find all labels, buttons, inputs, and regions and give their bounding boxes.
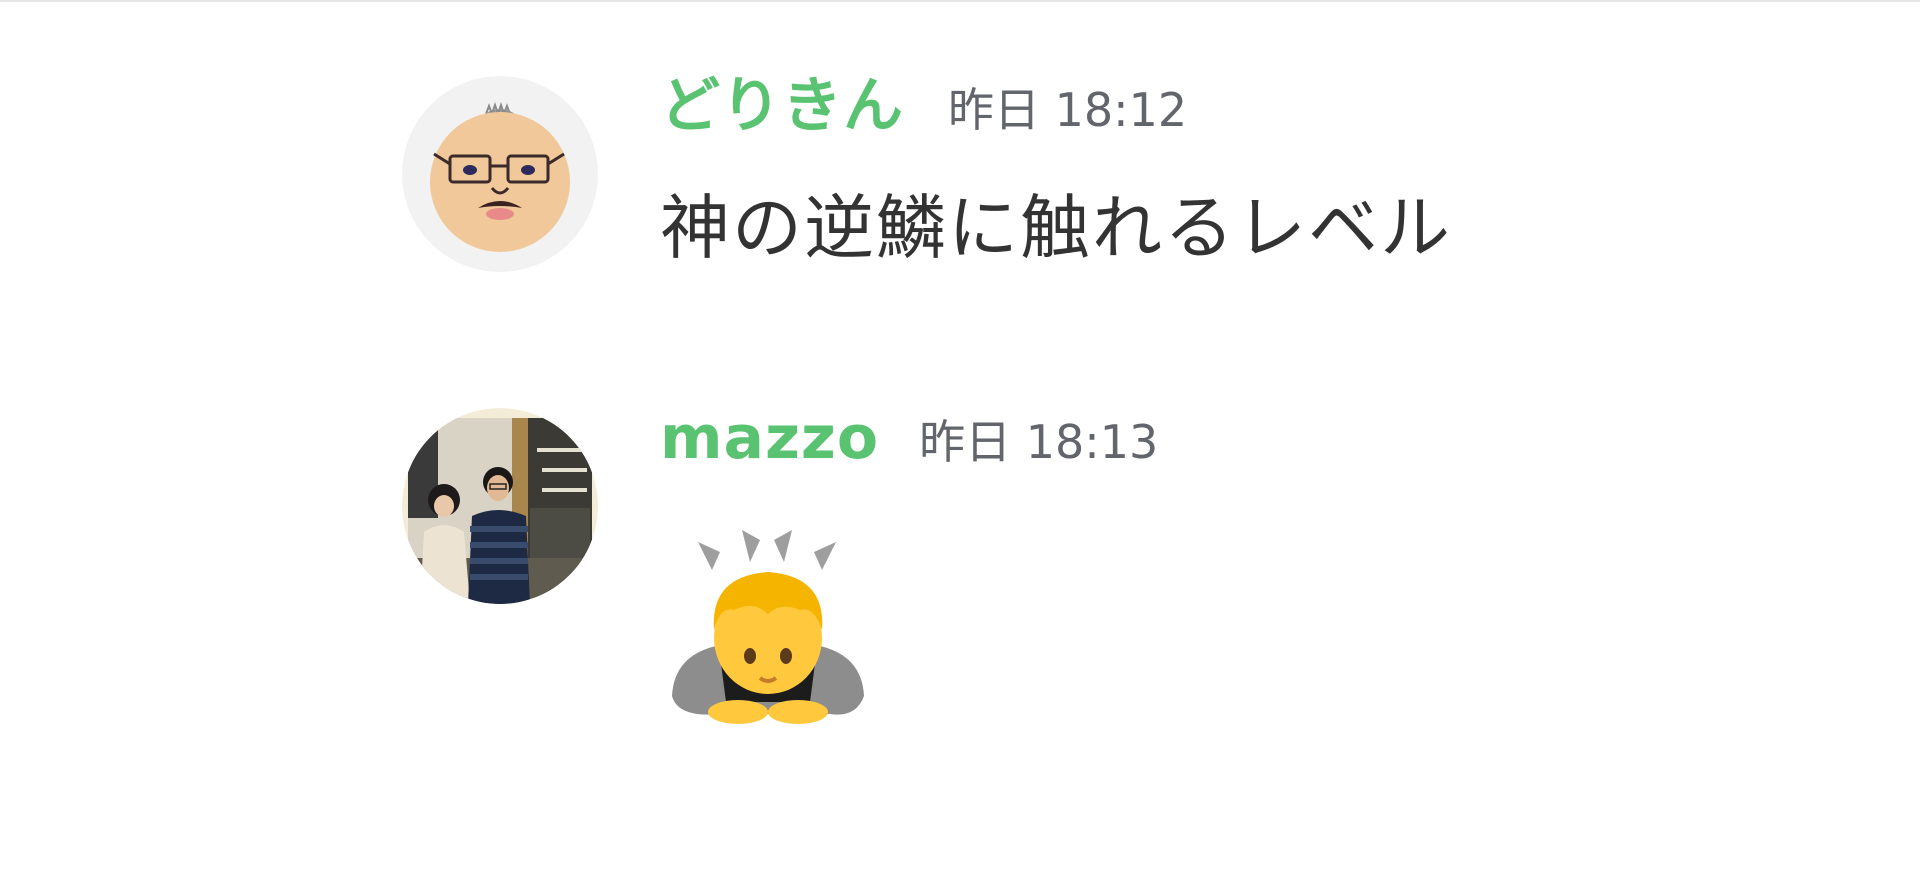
message-header: mazzo 昨日 18:13: [660, 408, 1860, 468]
illustrated-man-glasses-icon: [402, 76, 598, 272]
user-avatar[interactable]: [402, 408, 598, 604]
message-body: mazzo 昨日 18:13: [660, 408, 1860, 736]
message-text: 神の逆鱗に触れるレベル: [660, 187, 1452, 269]
username[interactable]: mazzo: [660, 408, 879, 468]
user-avatar[interactable]: [402, 76, 598, 272]
top-divider: [0, 0, 1920, 2]
timestamp: 昨日 18:12: [948, 83, 1188, 137]
username[interactable]: どりきん: [660, 76, 904, 136]
message-header: どりきん 昨日 18:12: [660, 76, 1860, 136]
person-bowing-emoji-icon: [660, 506, 890, 736]
timestamp: 昨日 18:13: [919, 415, 1159, 469]
couple-photo-icon: [402, 408, 598, 604]
message-body: どりきん 昨日 18:12 神の逆鱗に触れるレベル: [660, 76, 1860, 273]
